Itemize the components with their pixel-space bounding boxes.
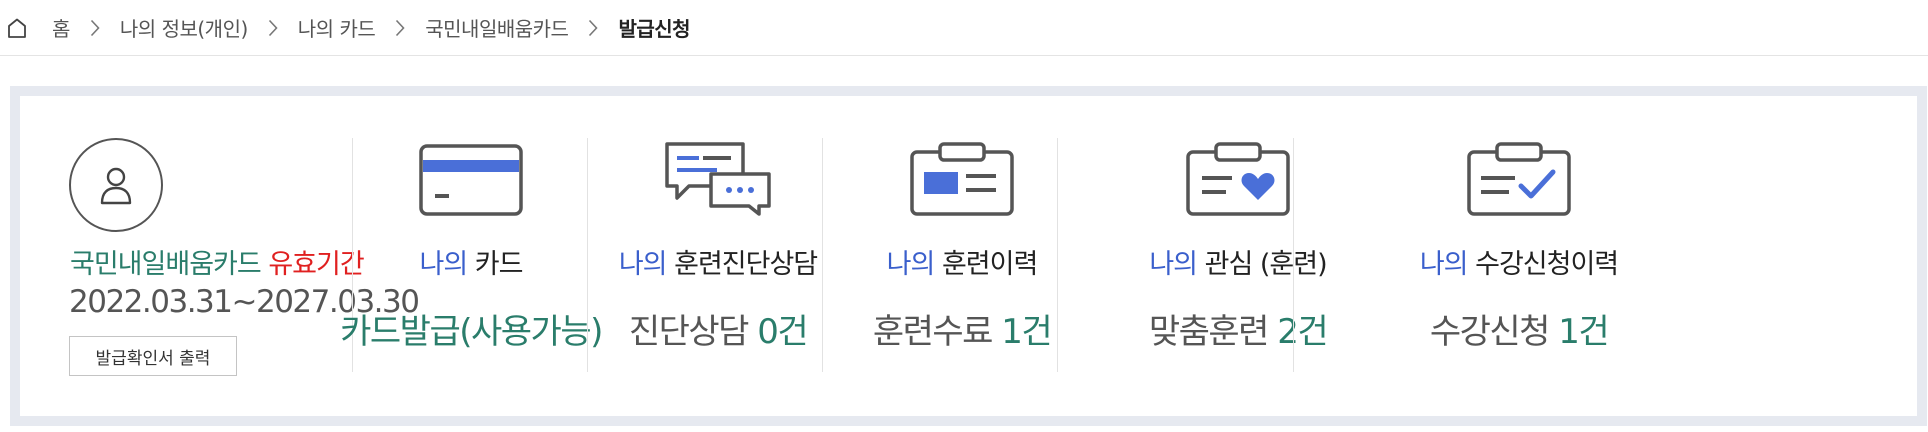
chevron-right-icon (268, 19, 278, 37)
my-training-history-label: 나의 훈련이력 (886, 249, 1039, 280)
id-card-icon (817, 136, 1107, 216)
chevron-right-icon (90, 19, 100, 37)
divider (1293, 138, 1294, 372)
training-completed-count: 훈련수료 1건 (872, 312, 1053, 352)
my-enrollment-history-label: 나의 수강신청이력 (1419, 249, 1619, 280)
heart-badge-icon (1093, 136, 1383, 216)
user-icon (100, 167, 132, 205)
my-interest-label: 나의 관심 (훈련) (1149, 249, 1327, 280)
custom-training-count: 맞춤훈련 2건 (1148, 312, 1329, 352)
enrollment-count: 수강신청 1건 (1429, 312, 1610, 352)
checklist-badge-icon (1374, 136, 1664, 216)
breadcrumb-my-info[interactable]: 나의 정보(개인) (120, 13, 248, 42)
card-name: 국민내일배움카드 (70, 249, 262, 280)
user-avatar (69, 138, 163, 232)
chevron-right-icon (395, 19, 405, 37)
validity-title: 국민내일배움카드 유효기간 (70, 242, 365, 281)
breadcrumb-national-card[interactable]: 국민내일배움카드 (425, 13, 569, 42)
chevron-right-icon (588, 19, 599, 37)
breadcrumb-current: 발급신청 (618, 17, 691, 41)
breadcrumb: 홈 나의 정보(개인) 나의 카드 국민내일배움카드 발급신청 (0, 0, 1928, 56)
breadcrumb-home-label: 홈 (52, 17, 70, 41)
card-summary-panel: 국민내일배움카드 유효기간 2022.03.31~2027.03.30 발급확인… (10, 86, 1927, 426)
print-certificate-button[interactable]: 발급확인서 출력 (69, 336, 237, 376)
divider (1057, 138, 1058, 372)
breadcrumb-my-card[interactable]: 나의 카드 (298, 13, 376, 42)
my-training-history-item[interactable]: 나의 훈련이력 훈련수료 1건 (817, 96, 1107, 416)
home-icon (8, 18, 26, 38)
my-interest-item[interactable]: 나의 관심 (훈련) 맞춤훈련 2건 (1093, 96, 1383, 416)
breadcrumb-home[interactable]: 홈 (8, 13, 70, 42)
my-enrollment-history-item[interactable]: 나의 수강신청이력 수강신청 1건 (1374, 96, 1664, 416)
